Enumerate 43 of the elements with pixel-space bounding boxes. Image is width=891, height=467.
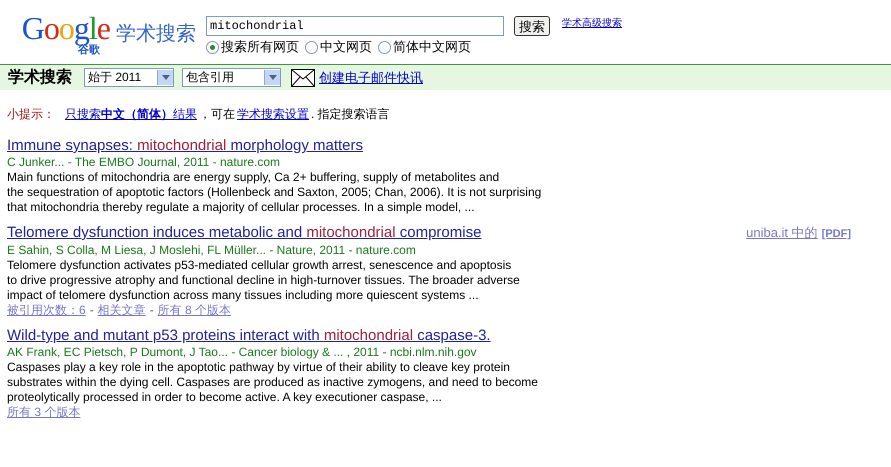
result-title-link[interactable]: Immune synapses: mitochondrial morphology matters xyxy=(7,137,364,154)
search-button[interactable]: 搜索 xyxy=(514,16,550,36)
radio-button[interactable] xyxy=(206,40,219,54)
result-snippet: the sequestration of apoptotic factors (Hollenbeck and Saxton, 2005; Chan, 2006). It is not surprising xyxy=(7,185,542,200)
result-snippet: Telomere dysfunction activates p53-mediated cellular growth arrest, senescence and apoptosis xyxy=(7,258,512,273)
result-snippet: proteolytically processed in order to become active. A key executioner caspase, ... xyxy=(7,390,443,405)
tip-label: 小提示： xyxy=(7,106,55,123)
result-snippet: to drive progressive atrophy and functional decline in high-turnover tissues. The broader adverse xyxy=(7,273,521,288)
result-title-link[interactable]: Telomere dysfunction induces metabolic and mitochondrial compromise xyxy=(7,224,482,241)
product-name: 学术搜索 xyxy=(116,22,196,47)
result-authors: AK Frank, EC Pietsch, P Dumont, J Tao... - Cancer biology & ... , 2011 - ncbi.nlm.nih.gov xyxy=(7,345,478,360)
result-link[interactable]: 所有 8 个版本 xyxy=(158,303,232,318)
result-link[interactable]: 相关文章 xyxy=(98,303,146,318)
radio-label[interactable]: 中文网页 xyxy=(320,38,372,56)
result-snippet: Caspases play a key role in the apoptotic pathway by virtue of their ability to cleave key protein xyxy=(7,360,511,375)
radio-button[interactable] xyxy=(378,40,391,54)
year-select[interactable]: 始于 2011 xyxy=(84,68,174,87)
tip-text: ，可在 xyxy=(199,106,235,123)
result-authors: E Sahin, S Colla, M Liesa, J Moslehi, FL Müller... - Nature, 2011 - nature.com xyxy=(7,243,417,258)
result-snippet: that mitochondria thereby regulate a majority of cellular processes. In a simple model, ... xyxy=(7,200,476,215)
result-snippet: impact of telomere dysfunction across many tissues including more quiescent systems ... xyxy=(7,288,480,303)
advanced-search-link[interactable]: 学术高级搜索 xyxy=(562,16,622,30)
pdf-link[interactable]: [PDF] xyxy=(822,228,851,240)
result-authors: C Junker... - The EMBO Journal, 2011 - nature.com xyxy=(7,155,282,170)
tip-text: . 指定搜索语言 xyxy=(311,106,390,123)
result-snippet: substrates within the dying cell. Caspases are produced as inactive zymogens, and need to become xyxy=(7,375,539,390)
radio-button[interactable] xyxy=(305,40,318,54)
search-field[interactable]: mitochondrial xyxy=(206,16,504,36)
separator: - xyxy=(90,303,94,318)
result-link[interactable]: 所有 3 个版本 xyxy=(7,405,80,420)
radio-label[interactable]: 搜索所有网页 xyxy=(221,38,299,56)
separator: - xyxy=(150,303,154,318)
settings-link[interactable]: 学术搜索设置 xyxy=(237,106,309,123)
result-title-link[interactable]: Wild-type and mutant p53 proteins interact with mitochondrial caspase-3. xyxy=(7,327,491,344)
radio-label[interactable]: 简体中文网页 xyxy=(393,38,471,56)
section-title: 学术搜索 xyxy=(8,67,72,88)
create-alert-link[interactable]: 创建电子邮件快讯 xyxy=(319,68,423,86)
result-link[interactable]: 被引用次数：6 xyxy=(7,303,86,318)
source-link[interactable]: uniba.it 中的 xyxy=(746,225,818,240)
result-snippet: Main functions of mitochondria are energy supply, Ca 2+ buffering, supply of metabolites and xyxy=(7,170,500,185)
citation-select[interactable]: 包含引用 xyxy=(182,68,281,87)
envelope-icon xyxy=(291,68,315,86)
google-logo[interactable]: Google 谷歌 xyxy=(10,8,110,56)
